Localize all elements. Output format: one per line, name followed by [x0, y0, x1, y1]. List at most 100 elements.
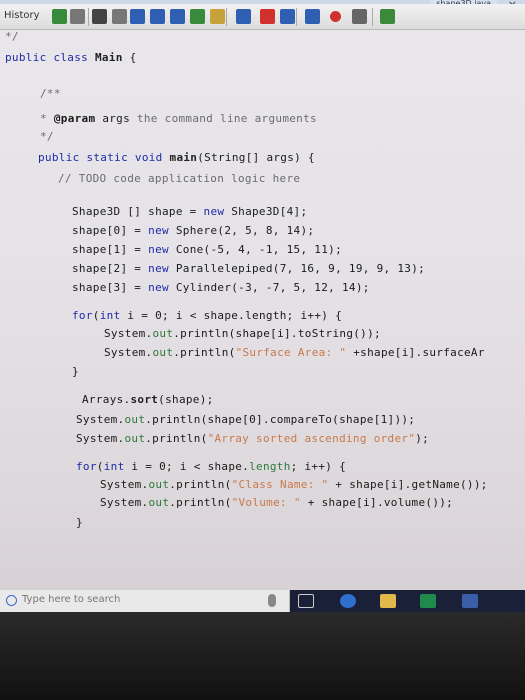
code-line[interactable]: shape[1] = new Cone(-5, 4, -1, 15, 11);	[72, 243, 342, 256]
code-token: (	[92, 309, 100, 322]
code-line[interactable]: System.out.println(shape[0].compareTo(sh…	[76, 413, 415, 426]
code-token: for	[72, 309, 93, 322]
code-token: @param	[53, 112, 96, 125]
diff-icon[interactable]	[380, 9, 395, 24]
code-token: Parallelepiped(7, 16, 9, 19, 9, 13);	[168, 262, 426, 275]
code-token: int	[99, 309, 121, 322]
code-token: // TODO code application logic here	[58, 172, 301, 185]
mail-icon[interactable]	[462, 594, 478, 608]
toggle-highlight-icon[interactable]	[190, 9, 205, 24]
code-token: {	[122, 51, 137, 64]
code-line[interactable]: // TODO code application logic here	[58, 172, 300, 185]
code-token: +shape[i].surfaceAr	[346, 346, 485, 359]
code-editor[interactable]: */ public class Main { /** * @param args th…	[0, 30, 525, 590]
code-line[interactable]: shape[3] = new Cylinder(-3, -7, 5, 12, 1…	[72, 281, 370, 294]
code-token: the command line arguments	[136, 112, 317, 125]
code-token: (String[] args) {	[197, 151, 315, 164]
code-token: public static void	[38, 151, 170, 164]
code-token: .println(shape[0].compareTo(shape[1]));	[145, 413, 416, 426]
code-token: System.	[104, 327, 153, 340]
code-token: out	[152, 346, 174, 359]
code-line[interactable]: * @param args the command line arguments	[40, 112, 317, 125]
code-line[interactable]: System.out.println(shape[i].toString());	[104, 327, 381, 340]
code-token: shape[3] =	[72, 281, 149, 294]
history-back-icon[interactable]	[52, 9, 67, 24]
screen: shape3D.java × History */public class Ma…	[0, 0, 525, 612]
code-token: "Surface Area: "	[235, 346, 347, 359]
code-token: + shape[i].volume());	[300, 496, 454, 509]
task-view-icon[interactable]	[298, 594, 314, 608]
code-token: (	[96, 460, 104, 473]
taskbar-search[interactable]: Type here to search	[0, 590, 290, 612]
code-token: ; i++) {	[290, 460, 347, 473]
store-icon[interactable]	[420, 594, 436, 608]
code-token: out	[148, 478, 170, 491]
code-line[interactable]: */	[5, 30, 19, 43]
cortana-circle-icon[interactable]	[6, 595, 17, 606]
toolbar-separator	[226, 8, 227, 26]
code-token: new	[148, 262, 169, 275]
code-token: */	[40, 130, 54, 143]
search-input[interactable]: Type here to search	[22, 594, 120, 605]
code-token: );	[415, 432, 430, 445]
code-line[interactable]: }	[76, 516, 83, 529]
code-token: System.	[76, 413, 125, 426]
code-token: out	[124, 413, 146, 426]
toggle-bookmark-icon[interactable]	[210, 9, 225, 24]
dropdown-icon[interactable]	[112, 9, 127, 24]
code-token: "Array sorted ascending order"	[207, 432, 416, 445]
code-token: Arrays.	[82, 393, 131, 406]
code-line[interactable]: System.out.println("Array sorted ascendi…	[76, 432, 429, 445]
code-line[interactable]: shape[2] = new Parallelepiped(7, 16, 9, …	[72, 262, 425, 275]
find-prev-icon[interactable]	[150, 9, 165, 24]
record-macro-icon[interactable]	[330, 11, 341, 22]
code-token: new	[148, 224, 169, 237]
code-token: (shape);	[158, 393, 214, 406]
stop-macro-icon[interactable]	[352, 9, 367, 24]
code-token: i = 0; i < shape.	[124, 460, 250, 473]
code-line[interactable]: public class Main {	[5, 51, 137, 64]
code-line[interactable]: }	[72, 365, 79, 378]
toolbar-separator	[372, 8, 373, 26]
history-dropdown-icon[interactable]	[70, 9, 85, 24]
code-token: */	[5, 30, 19, 43]
code-line[interactable]: System.out.println("Volume: " + shape[i]…	[100, 496, 453, 509]
code-line[interactable]: System.out.println("Surface Area: " +sha…	[104, 346, 485, 359]
comment-icon[interactable]	[280, 9, 295, 24]
editor-toolbar: History	[0, 4, 525, 30]
code-line[interactable]: Shape3D [] shape = new Shape3D[4];	[72, 205, 307, 218]
code-token: .println(	[145, 432, 208, 445]
code-token: new	[148, 243, 169, 256]
code-line[interactable]: for(int i = 0; i < shape.length; i++) {	[72, 309, 342, 322]
code-line[interactable]: Arrays.sort(shape);	[82, 393, 214, 406]
code-token: .println(	[173, 346, 236, 359]
toolbar-separator	[296, 8, 297, 26]
file-explorer-icon[interactable]	[380, 594, 396, 608]
shift-right-icon[interactable]	[260, 9, 275, 24]
stop-icon[interactable]	[92, 9, 107, 24]
code-token: .println(	[169, 496, 232, 509]
code-token: i = 0; i < shape.length; i++) {	[120, 309, 343, 322]
code-token: new	[148, 281, 169, 294]
search-icon[interactable]	[130, 9, 145, 24]
uncomment-icon[interactable]	[305, 9, 320, 24]
code-token: *	[40, 112, 54, 125]
code-line[interactable]: shape[0] = new Sphere(2, 5, 8, 14);	[72, 224, 314, 237]
code-token: }	[72, 365, 79, 378]
code-line[interactable]: public static void main(String[] args) {	[38, 151, 315, 164]
code-token: Shape3D[4];	[224, 205, 308, 218]
code-line[interactable]: /**	[40, 87, 61, 100]
code-token: public class	[5, 51, 95, 64]
code-token: length	[249, 460, 291, 473]
code-line[interactable]: for(int i = 0; i < shape.length; i++) {	[76, 460, 346, 473]
code-token: /**	[40, 87, 61, 100]
find-next-icon[interactable]	[170, 9, 185, 24]
code-line[interactable]: */	[40, 130, 54, 143]
edge-browser-icon[interactable]	[340, 594, 356, 608]
history-tab[interactable]: History	[4, 10, 40, 21]
code-token: sort	[130, 393, 159, 406]
code-line[interactable]: System.out.println("Class Name: " + shap…	[100, 478, 488, 491]
code-token: Shape3D [] shape =	[72, 205, 204, 218]
microphone-icon[interactable]	[268, 594, 276, 607]
shift-left-icon[interactable]	[236, 9, 251, 24]
